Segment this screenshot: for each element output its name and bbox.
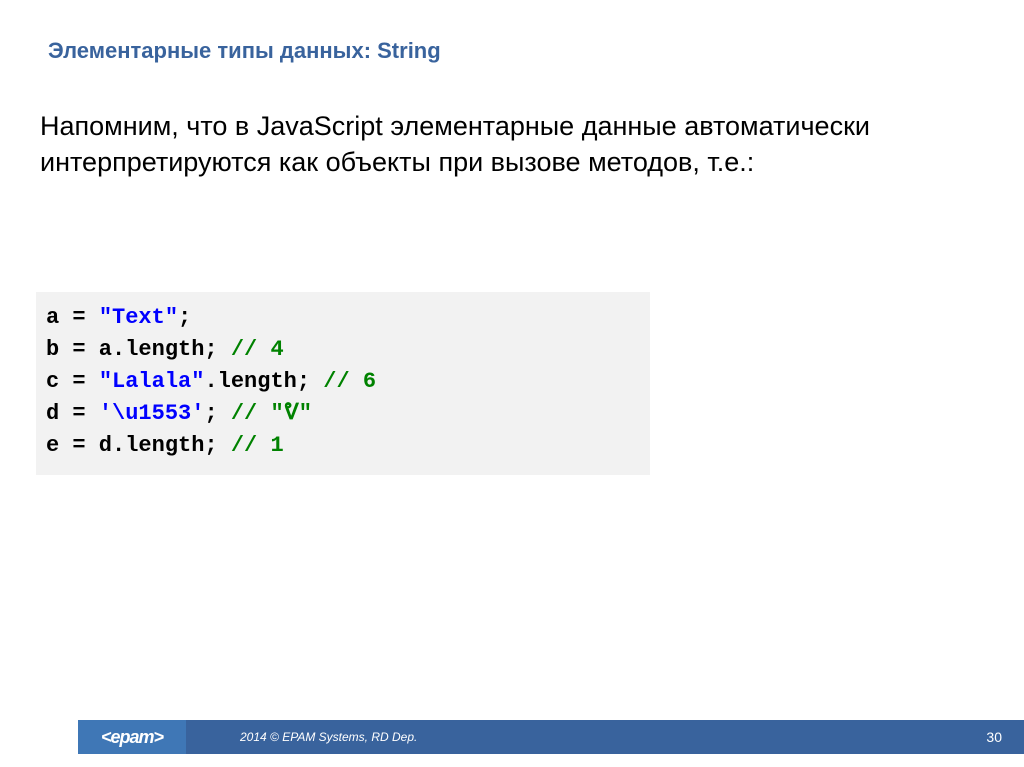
code-text: a = (46, 305, 99, 330)
copyright-text: 2014 © EPAM Systems, RD Dep. (240, 720, 417, 754)
body-paragraph: Напомним, что в JavaScript элементарные … (40, 108, 940, 181)
code-text: ; (178, 305, 191, 330)
code-comment: // "ᕓ" (231, 401, 312, 426)
code-text: e = d.length; (46, 433, 231, 458)
footer-bar (78, 720, 1024, 754)
code-comment: // 1 (231, 433, 284, 458)
page-number: 30 (986, 720, 1002, 754)
code-string: '\u1553' (99, 401, 205, 426)
slide: Элементарные типы данных: String Напомни… (0, 0, 1024, 767)
code-block: a = "Text"; b = a.length; // 4 c = "Lala… (36, 292, 650, 475)
epam-logo: <epam> (78, 720, 186, 754)
code-text: ; (204, 401, 230, 426)
slide-title: Элементарные типы данных: String (48, 38, 441, 64)
code-string: "Lalala" (99, 369, 205, 394)
code-comment: // 6 (323, 369, 376, 394)
code-comment: // 4 (231, 337, 284, 362)
code-text: c = (46, 369, 99, 394)
code-text: b = a.length; (46, 337, 231, 362)
code-text: .length; (204, 369, 323, 394)
code-string: "Text" (99, 305, 178, 330)
footer: <epam> 2014 © EPAM Systems, RD Dep. 30 (0, 720, 1024, 754)
code-text: d = (46, 401, 99, 426)
